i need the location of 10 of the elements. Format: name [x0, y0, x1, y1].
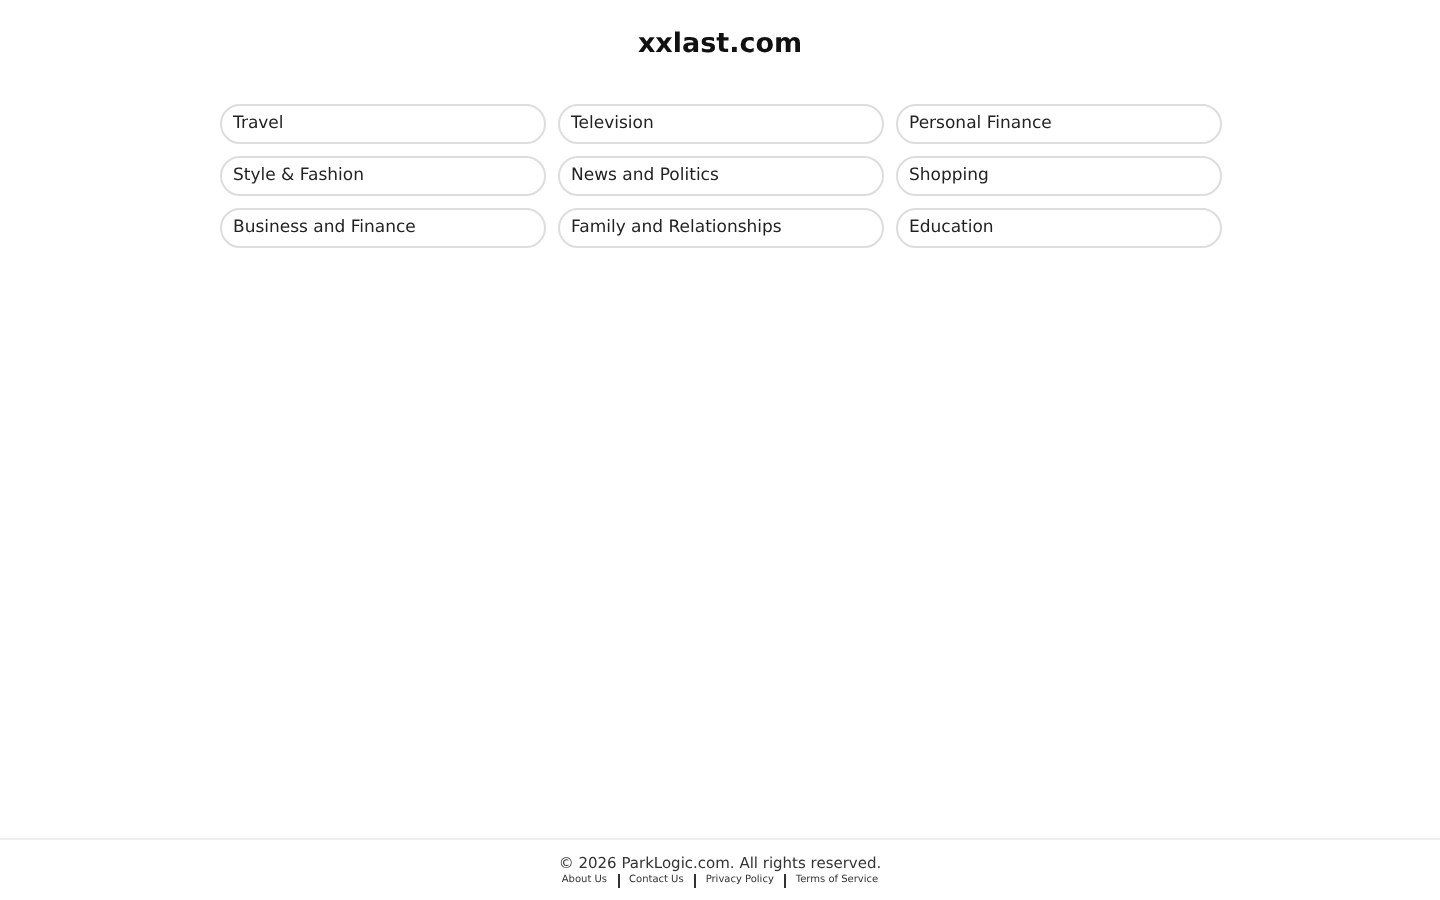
category-link[interactable]: Education — [895, 208, 1221, 248]
site-title: xxlast.com — [637, 28, 803, 60]
category-link[interactable]: Personal Finance — [895, 104, 1221, 144]
category-link[interactable]: Business and Finance — [219, 208, 545, 248]
category-link[interactable]: Family and Relationships — [557, 208, 883, 248]
category-link[interactable]: Style & Fashion — [219, 156, 545, 196]
category-link[interactable]: Travel — [219, 104, 545, 144]
category-link[interactable]: Television — [557, 104, 883, 144]
category-link[interactable]: News and Politics — [557, 156, 883, 196]
category-link[interactable]: Shopping — [895, 156, 1221, 196]
